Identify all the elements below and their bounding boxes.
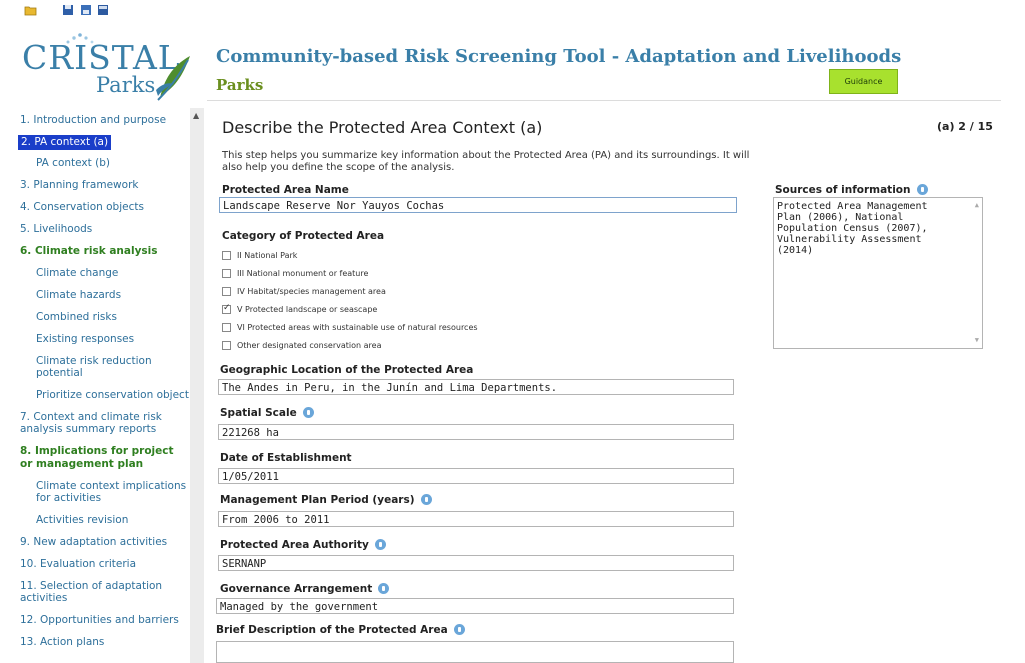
geo-location-input[interactable]: The Andes in Peru, in the Junín and Lima… xyxy=(218,379,734,395)
sources-label: Sources of information xyxy=(775,183,928,196)
nav-climate-risk-analysis[interactable]: 6. Climate risk analysis xyxy=(20,245,158,258)
nav-introduction[interactable]: 1. Introduction and purpose xyxy=(20,114,166,127)
page-title: Describe the Protected Area Context (a) xyxy=(222,118,543,137)
scroll-up-icon[interactable]: ▲ xyxy=(975,200,979,211)
scroll-up-icon[interactable]: ▲ xyxy=(193,111,199,120)
nav-pa-context-b[interactable]: PA context (b) xyxy=(36,157,110,170)
nav-implications-cont[interactable]: or management plan xyxy=(20,458,143,471)
logo-subword: Parks xyxy=(96,73,156,97)
category-option-label: Other designated conservation area xyxy=(237,341,382,350)
checkbox-checked[interactable] xyxy=(222,303,231,314)
nav-activities-revision[interactable]: Activities revision xyxy=(36,514,128,527)
app-subtitle: Parks xyxy=(216,76,264,94)
nav-climate-context-implications-cont[interactable]: for activities xyxy=(36,492,101,505)
header-divider xyxy=(207,100,1001,101)
step-counter: (a) 2 / 15 xyxy=(937,120,993,133)
sources-textarea[interactable]: Protected Area Management Plan (2006), N… xyxy=(773,197,983,349)
category-option-label: III National monument or feature xyxy=(237,269,369,278)
guidance-button[interactable]: Guidance xyxy=(829,69,898,94)
governance-label-text: Governance Arrangement xyxy=(220,583,373,595)
category-option[interactable]: IV Habitat/species management area xyxy=(222,287,386,296)
main-content: Describe the Protected Area Context (a) … xyxy=(210,108,1010,663)
spatial-scale-input[interactable]: 221268 ha xyxy=(218,424,734,440)
nav-climate-hazards[interactable]: Climate hazards xyxy=(36,289,121,302)
plan-period-label-text: Management Plan Period (years) xyxy=(220,494,415,506)
pa-authority-input[interactable]: SERNANP xyxy=(218,555,734,571)
nav-context-summary-cont[interactable]: analysis summary reports xyxy=(20,423,156,436)
pa-description-textarea[interactable] xyxy=(216,641,734,663)
category-option[interactable]: III National monument or feature xyxy=(222,269,368,278)
pa-name-label: Protected Area Name xyxy=(222,184,349,196)
nav-climate-risk-reduction-cont[interactable]: potential xyxy=(36,367,83,380)
checkbox[interactable] xyxy=(222,269,231,278)
category-option-label: IV Habitat/species management area xyxy=(237,287,386,296)
governance-input[interactable]: Managed by the government xyxy=(216,598,734,614)
intro-text: This step helps you summarize key inform… xyxy=(222,150,750,173)
nav-livelihoods[interactable]: 5. Livelihoods xyxy=(20,223,92,236)
sidebar-nav: 1. Introduction and purpose 2. PA contex… xyxy=(14,108,190,663)
nav-new-adaptation-activities[interactable]: 9. New adaptation activities xyxy=(20,536,167,549)
checkbox[interactable] xyxy=(222,287,231,296)
geo-location-label: Geographic Location of the Protected Are… xyxy=(220,364,474,376)
scroll-down-icon[interactable]: ▼ xyxy=(975,335,979,346)
nav-evaluation-criteria[interactable]: 10. Evaluation criteria xyxy=(20,558,136,571)
info-icon[interactable] xyxy=(916,183,928,195)
info-icon[interactable] xyxy=(374,538,386,550)
nav-opportunities-barriers[interactable]: 12. Opportunities and barriers xyxy=(20,614,179,627)
cristal-parks-logo: CRISTAL Parks xyxy=(10,33,200,102)
plan-period-input[interactable]: From 2006 to 2011 xyxy=(218,511,734,527)
info-icon[interactable] xyxy=(453,623,465,635)
export-icon[interactable] xyxy=(97,4,111,16)
nav-combined-risks[interactable]: Combined risks xyxy=(36,311,117,324)
nav-implications[interactable]: 8. Implications for project xyxy=(20,445,174,458)
folder-open-icon[interactable] xyxy=(24,4,38,16)
spatial-scale-label-text: Spatial Scale xyxy=(220,407,297,419)
nav-existing-responses[interactable]: Existing responses xyxy=(36,333,134,346)
category-option-label: V Protected landscape or seascape xyxy=(237,305,378,314)
category-option[interactable]: VI Protected areas with sustainable use … xyxy=(222,323,478,332)
checkbox[interactable] xyxy=(222,323,231,332)
nav-conservation-objects[interactable]: 4. Conservation objects xyxy=(20,201,144,214)
sources-label-text: Sources of information xyxy=(775,184,911,196)
toolbar xyxy=(0,0,1025,22)
category-option[interactable]: II National Park xyxy=(222,251,297,260)
sidebar-scrollbar[interactable]: ▲ xyxy=(190,108,204,663)
category-label: Category of Protected Area xyxy=(222,230,385,242)
plan-period-label: Management Plan Period (years) xyxy=(220,493,432,506)
category-option-label: VI Protected areas with sustainable use … xyxy=(237,323,478,332)
nav-selection-adaptation-cont[interactable]: activities xyxy=(20,592,67,605)
pa-name-input[interactable]: Landscape Reserve Nor Yauyos Cochas xyxy=(219,197,737,213)
governance-label: Governance Arrangement xyxy=(220,582,390,595)
pa-description-label: Brief Description of the Protected Area xyxy=(216,623,465,636)
spatial-scale-label: Spatial Scale xyxy=(220,406,314,419)
nav-action-plans[interactable]: 13. Action plans xyxy=(20,636,104,649)
pa-description-label-text: Brief Description of the Protected Area xyxy=(216,624,448,636)
save-icon[interactable] xyxy=(62,4,76,16)
checkbox[interactable] xyxy=(222,341,231,350)
date-established-input[interactable]: 1/05/2011 xyxy=(218,468,734,484)
category-option[interactable]: Other designated conservation area xyxy=(222,341,381,350)
info-icon[interactable] xyxy=(420,493,432,505)
nav-prioritize-conservation[interactable]: Prioritize conservation object xyxy=(36,389,189,402)
leaf-icon xyxy=(156,56,190,101)
checkbox[interactable] xyxy=(222,251,231,260)
info-icon[interactable] xyxy=(378,582,390,594)
info-icon[interactable] xyxy=(302,406,314,418)
sources-text: Protected Area Management Plan (2006), N… xyxy=(777,201,928,256)
category-option[interactable]: V Protected landscape or seascape xyxy=(222,303,378,314)
pa-authority-label-text: Protected Area Authority xyxy=(220,539,369,551)
save-as-icon[interactable] xyxy=(80,4,94,16)
pa-authority-label: Protected Area Authority xyxy=(220,538,386,551)
nav-climate-change[interactable]: Climate change xyxy=(36,267,118,280)
app-title: Community-based Risk Screening Tool - Ad… xyxy=(216,46,902,67)
nav-planning-framework[interactable]: 3. Planning framework xyxy=(20,179,138,192)
category-option-label: II National Park xyxy=(237,251,298,260)
date-established-label: Date of Establishment xyxy=(220,452,352,464)
nav-pa-context-a[interactable]: 2. PA context (a) xyxy=(18,135,112,150)
